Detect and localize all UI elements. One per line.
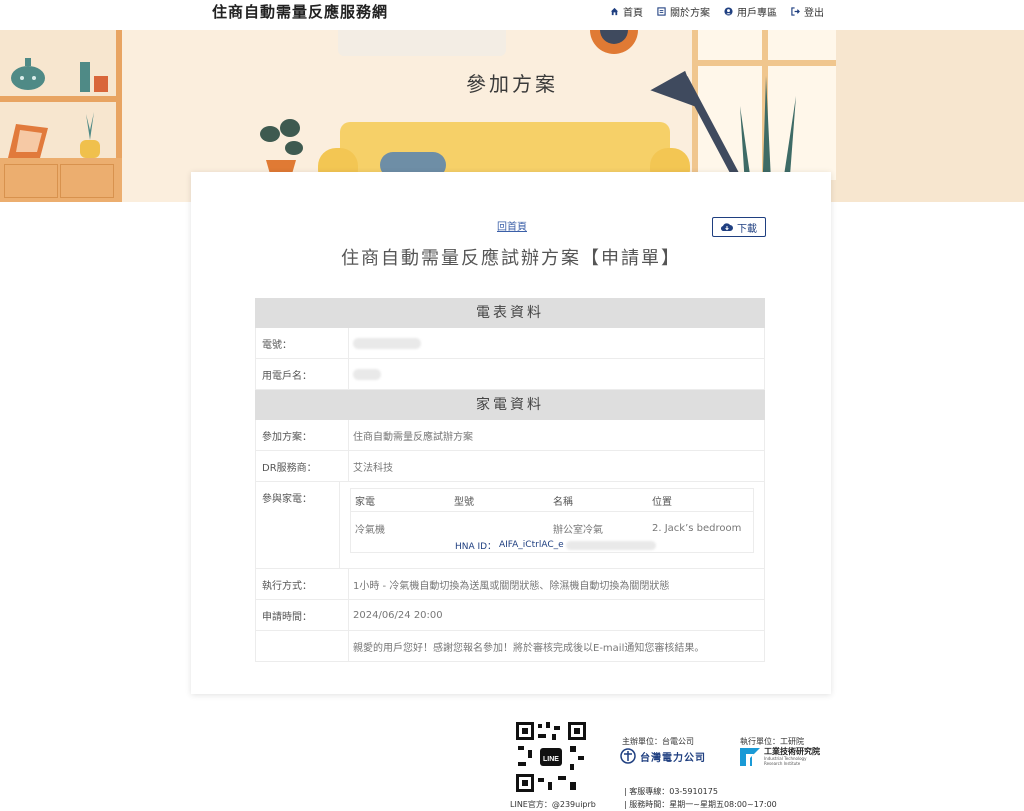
nav-user-label: 用戶專區: [737, 8, 777, 19]
itri-logo-icon: [740, 747, 760, 766]
back-home-link[interactable]: 回首頁: [497, 218, 527, 233]
air-conditioner-illustration: [338, 30, 506, 56]
nav-logout-label: 登出: [804, 8, 824, 19]
cell-type: 冷氣機: [355, 524, 385, 536]
cell-location: 2. Jack’s bedroom: [652, 522, 742, 534]
home-icon: [610, 7, 619, 16]
itri-logo[interactable]: 工業技術研究院 Industrial Technology Research I…: [740, 747, 824, 766]
taipower-logo-text: 台灣電力公司: [640, 752, 706, 764]
hna-id-line: HNA ID： AIFA_iCtrlAC_e: [351, 538, 753, 552]
frame-icon: [8, 124, 48, 158]
plan-value: 住商自動需量反應試辦方案: [353, 431, 473, 443]
dr-row: DR服務商： 艾法科技: [255, 451, 765, 482]
potted-plant-icon: [260, 119, 303, 174]
line-official-label: LINE官方：@239uiprb: [510, 800, 596, 809]
service-hours-text: | 服務時間：星期一~星期五08:00~17:00: [624, 800, 777, 809]
appliance-table: 家電 型號 名稱 位置 冷氣機 辦公室冷氣 2. Jack’s bedroom …: [350, 488, 754, 553]
appliance-table-header: 家電 型號 名稱 位置: [351, 489, 753, 512]
meter-account-value: [349, 328, 764, 358]
hotline-text: | 客服專線：03-5910175: [624, 787, 718, 796]
time-row: 申請時間： 2024/06/24 20:00: [255, 600, 765, 631]
time-value: 2024/06/24 20:00: [353, 609, 443, 621]
exec-label: 執行單位：工研院: [740, 737, 804, 746]
clock-icon: [590, 30, 638, 54]
hero-cabinet: [0, 158, 122, 202]
devices-value: 家電 型號 名稱 位置 冷氣機 辦公室冷氣 2. Jack’s bedroom …: [340, 482, 764, 568]
application-card: 回首頁 下載 住商自動需量反應試辦方案【申請單】 電表資料 電號： 用電戶名： …: [191, 172, 831, 694]
meter-account-label: 電號：: [256, 328, 349, 358]
cabinet-door-left: [4, 164, 58, 198]
taipower-logo[interactable]: 台灣電力公司: [620, 748, 706, 764]
meter-name-value: [349, 359, 764, 389]
host-label: 主辦單位：台電公司: [622, 737, 694, 746]
logout-icon: [791, 7, 800, 16]
dr-label: DR服務商：: [256, 451, 349, 481]
time-label: 申請時間：: [256, 600, 349, 630]
col-appliance: 家電: [355, 496, 375, 508]
nav-home-label: 首頁: [623, 8, 643, 19]
hna-value: AIFA_iCtrlAC_e: [498, 540, 564, 550]
list-icon: [657, 7, 666, 16]
qr-line-text: LINE: [543, 756, 559, 763]
col-name: 名稱: [553, 496, 573, 508]
main-nav: 首頁 關於方案 用戶專區 登出: [610, 4, 824, 19]
dr-value: 艾法科技: [353, 462, 393, 474]
top-navbar: 住商自動需量反應服務網 首頁 關於方案 用戶專區 登出: [0, 0, 1024, 30]
method-row: 執行方式： 1小時 - 冷氣機自動切換為送風或關閉狀態、除濕機自動切換為關閉狀態: [255, 569, 765, 600]
nav-home[interactable]: 首頁: [610, 4, 643, 19]
plan-row: 參加方案： 住商自動需量反應試辦方案: [255, 420, 765, 451]
nav-about-label: 關於方案: [670, 8, 710, 19]
redacted-value: [565, 540, 656, 550]
devices-label: 參與家電：: [256, 482, 340, 568]
confirmation-message: 親愛的用戶您好！感謝您報名參加！將於審核完成後以E-mail通知您審核結果。: [353, 642, 705, 654]
nav-about[interactable]: 關於方案: [657, 4, 710, 19]
col-location: 位置: [652, 496, 672, 508]
itri-logo-subtext: Industrial Technology Research Institute: [764, 756, 807, 766]
method-label: 執行方式：: [256, 569, 349, 599]
cell-name: 辦公室冷氣: [553, 524, 603, 536]
download-button[interactable]: 下載: [712, 217, 766, 237]
cloud-download-icon: [721, 223, 733, 232]
itri-logo-text: 工業技術研究院: [764, 747, 820, 756]
taipower-logo-icon: [620, 748, 636, 764]
table-row: 冷氣機 辦公室冷氣 2. Jack’s bedroom: [351, 518, 753, 538]
user-icon: [724, 7, 733, 16]
meter-section-title: 電表資料: [255, 298, 765, 328]
line-qr-code[interactable]: LINE: [514, 720, 588, 794]
redacted-value: [353, 337, 421, 349]
cabinet-door-right: [60, 164, 114, 198]
site-brand[interactable]: 住商自動需量反應服務網: [212, 1, 388, 22]
nav-user[interactable]: 用戶專區: [724, 4, 777, 19]
hero-right-panel: [830, 30, 1024, 202]
card-title: 住商自動需量反應試辦方案【申請單】: [341, 248, 681, 269]
nav-logout[interactable]: 登出: [791, 4, 824, 19]
message-row: 親愛的用戶您好！感謝您報名參加！將於審核完成後以E-mail通知您審核結果。: [255, 631, 765, 662]
time-label-text: 申請時間：: [262, 611, 312, 623]
col-model: 型號: [454, 496, 474, 508]
download-label: 下載: [737, 223, 757, 235]
meter-name-label: 用電戶名：: [256, 359, 349, 389]
application-table: 電表資料 電號： 用電戶名： 家電資料 參加方案： 住商自動需量反應試辦方案 D…: [255, 298, 765, 662]
meter-account-row: 電號：: [255, 328, 765, 359]
meter-name-row: 用電戶名：: [255, 359, 765, 390]
hero-title: 參加方案: [466, 72, 558, 96]
plant-icon: [80, 112, 100, 158]
method-value: 1小時 - 冷氣機自動切換為送風或關閉狀態、除濕機自動切換為關閉狀態: [353, 580, 670, 592]
plan-label: 參加方案：: [256, 420, 349, 450]
message-label-empty: [256, 631, 349, 661]
appliance-section-title: 家電資料: [255, 390, 765, 420]
devices-row: 參與家電： 家電 型號 名稱 位置 冷氣機 辦公室冷氣 2. Jack’s be…: [255, 482, 765, 569]
redacted-value: [353, 368, 381, 380]
itri-logo-text-block: 工業技術研究院 Industrial Technology Research I…: [764, 747, 824, 766]
hna-label: HNA ID：: [455, 541, 497, 552]
